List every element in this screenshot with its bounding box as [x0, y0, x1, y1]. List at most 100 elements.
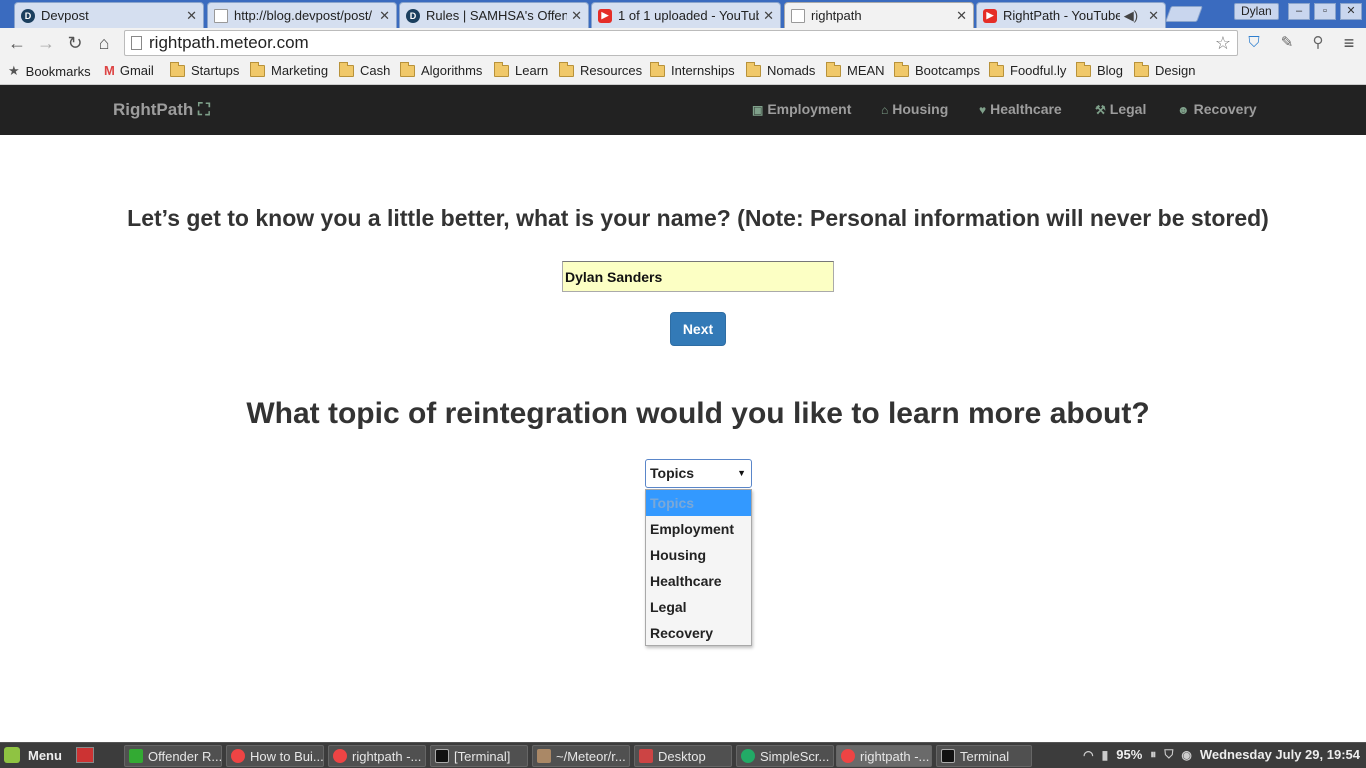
taskbar-item[interactable]: [Terminal]	[430, 745, 528, 767]
folder-icon	[494, 61, 509, 77]
chrome-icon	[231, 749, 245, 763]
name-input[interactable]	[562, 261, 834, 292]
back-icon[interactable]: ←	[6, 32, 28, 54]
start-menu-button[interactable]: Menu	[4, 747, 94, 763]
nav-housing[interactable]: ⌂ Housing	[881, 101, 948, 117]
browser-tab[interactable]: ▶ RightPath - YouTube ◀) ✕	[976, 2, 1166, 28]
brand-link[interactable]: RightPath ⛶	[113, 100, 210, 120]
bookmark-folder[interactable]: Algorithms	[400, 61, 482, 78]
bookmark-folder[interactable]: MEAN	[826, 61, 885, 78]
folder-icon	[400, 61, 415, 77]
pause-icon[interactable]: ⏸	[1150, 747, 1156, 762]
nav-employment[interactable]: ▣ Employment	[752, 101, 851, 117]
shield-icon[interactable]: ⛉	[1164, 747, 1173, 762]
new-tab-button[interactable]	[1165, 6, 1203, 22]
bookmark-folder[interactable]: Resources	[559, 61, 642, 78]
briefcase-icon: ▣	[752, 103, 764, 117]
nav-legal[interactable]: ⚒ Legal	[1095, 101, 1146, 117]
browser-tab[interactable]: D Rules | SAMHSA's Offen ✕	[399, 2, 589, 28]
close-icon[interactable]: ✕	[1148, 8, 1159, 24]
bookmark-folder[interactable]: Design	[1134, 61, 1195, 78]
desktop-icon	[639, 749, 653, 763]
profile-button[interactable]: Dylan	[1234, 3, 1279, 20]
youtube-icon: ▶	[598, 8, 612, 23]
search-extension-icon[interactable]: ⚲	[1307, 32, 1329, 54]
bookmark-folder[interactable]: Blog	[1076, 61, 1123, 78]
clock[interactable]: Wednesday July 29, 19:54	[1200, 747, 1360, 762]
taskbar-item-active[interactable]: rightpath -...	[836, 745, 932, 767]
devpost-icon: D	[21, 8, 35, 23]
browser-tab[interactable]: ▶ 1 of 1 uploaded - YouTub ✕	[591, 2, 781, 28]
next-button[interactable]: Next	[670, 312, 726, 346]
topic-select[interactable]: Topics ▼	[645, 459, 752, 488]
topic-option-legal[interactable]: Legal	[646, 594, 751, 620]
gmail-icon: M	[104, 63, 115, 78]
wifi-icon[interactable]: ◠	[1083, 748, 1093, 762]
taskbar-item[interactable]: rightpath -...	[328, 745, 426, 767]
menu-icon[interactable]: ≡	[1338, 32, 1360, 54]
system-tray: ◠ ▮ 95% ⏸ ⛉ ◉ Wednesday July 29, 19:54	[1083, 747, 1360, 762]
bookmark-star-icon[interactable]: ☆	[1215, 31, 1231, 55]
close-icon[interactable]: ✕	[379, 8, 390, 24]
address-bar[interactable]: rightpath.meteor.com ☆	[124, 30, 1238, 56]
bookmark-folder[interactable]: Cash	[339, 61, 390, 78]
taskbar-item[interactable]: Desktop	[634, 745, 732, 767]
topic-question-heading: What topic of reintegration would you li…	[246, 397, 1150, 430]
close-icon[interactable]: ✕	[763, 8, 774, 24]
caret-down-icon: ▼	[737, 468, 746, 478]
folder-icon	[894, 61, 909, 77]
bookmark-folder[interactable]: Learn	[494, 61, 548, 78]
bookmark-folder[interactable]: Nomads	[746, 61, 815, 78]
bookmark-folder[interactable]: Foodful.ly	[989, 61, 1066, 78]
taskbar-item[interactable]: How to Bui...	[226, 745, 324, 767]
nav-recovery[interactable]: ☻ Recovery	[1177, 101, 1257, 117]
bookmark-folder[interactable]: Startups	[170, 61, 239, 78]
taskbar-item[interactable]: ~/Meteor/r...	[532, 745, 630, 767]
browser-tab[interactable]: D Devpost ✕	[14, 2, 204, 28]
bookmarks-bar: ★ Bookmarks M Gmail Startups Marketing Cas…	[0, 58, 1366, 85]
home-icon[interactable]: ⌂	[93, 32, 115, 54]
folder-icon	[250, 61, 265, 77]
window-close-button[interactable]: ✕	[1340, 3, 1362, 20]
nav-healthcare[interactable]: ♥ Healthcare	[979, 101, 1062, 117]
battery-percent: 95%	[1116, 747, 1143, 762]
bookmark-folder[interactable]: Internships	[650, 61, 735, 78]
close-icon[interactable]: ✕	[186, 8, 197, 24]
close-icon[interactable]: ✕	[956, 8, 967, 24]
spreadsheet-icon	[129, 749, 143, 763]
road-icon: ⛶	[198, 100, 210, 119]
taskbar-item[interactable]: Offender R...	[124, 745, 222, 767]
bookmark-folder[interactable]: Marketing	[250, 61, 328, 78]
reload-icon[interactable]: ↻	[64, 32, 86, 54]
topic-option-recovery[interactable]: Recovery	[646, 620, 751, 646]
show-desktop-icon[interactable]	[75, 747, 94, 763]
page-icon	[214, 8, 228, 23]
topic-option-healthcare[interactable]: Healthcare	[646, 568, 751, 594]
youtube-icon: ▶	[983, 8, 997, 23]
chrome-icon[interactable]: ◉	[1181, 748, 1191, 762]
taskbar-item[interactable]: Terminal	[936, 745, 1032, 767]
editor-icon	[537, 749, 551, 763]
taskbar-item[interactable]: SimpleScr...	[736, 745, 834, 767]
topic-option-employment[interactable]: Employment	[646, 516, 751, 542]
close-icon[interactable]: ✕	[571, 8, 582, 24]
bookmarks-button[interactable]: ★ Bookmarks	[8, 63, 91, 79]
browser-tab-active[interactable]: rightpath ✕	[784, 2, 974, 28]
topic-option-topics[interactable]: Topics	[646, 490, 751, 516]
browser-tab[interactable]: http://blog.devpost/post/ ✕	[207, 2, 397, 28]
browser-toolbar: ← → ↻ ⌂ rightpath.meteor.com ☆ ⛉ ✎ ⚲ ≡	[0, 28, 1366, 58]
os-taskbar: Menu Offender R... How to Bui... rightpa…	[0, 742, 1366, 768]
forward-icon[interactable]: →	[35, 32, 57, 54]
mint-logo-icon	[4, 747, 20, 763]
main-content: Let’s get to know you a little better, w…	[0, 135, 1366, 742]
eyedropper-extension-icon[interactable]: ✎	[1276, 32, 1298, 54]
bookmark-folder[interactable]: Bootcamps	[894, 61, 980, 78]
bookmark-gmail[interactable]: M Gmail	[104, 63, 154, 78]
folder-icon	[1076, 61, 1091, 77]
minimize-button[interactable]: –	[1288, 3, 1310, 20]
folder-icon	[746, 61, 761, 77]
shield-extension-icon[interactable]: ⛉	[1243, 32, 1265, 54]
topic-option-housing[interactable]: Housing	[646, 542, 751, 568]
battery-icon[interactable]: ▮	[1102, 748, 1109, 762]
maximize-button[interactable]: ▫	[1314, 3, 1336, 20]
